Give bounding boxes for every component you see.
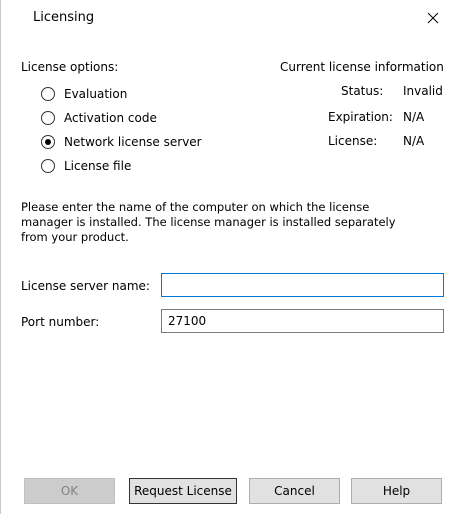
status-value: Invalid <box>403 84 443 98</box>
radio-label-network-license-server: Network license server <box>64 135 202 149</box>
request-license-button[interactable]: Request License <box>129 478 237 504</box>
port-number-label: Port number: <box>21 315 100 329</box>
title-bar: Licensing <box>1 0 452 38</box>
radio-activation-code[interactable]: Activation code <box>41 110 157 126</box>
ok-button[interactable]: OK <box>24 478 115 504</box>
help-button[interactable]: Help <box>351 478 442 504</box>
instructions-line-2: manager is installed. The license manage… <box>21 215 396 229</box>
license-options-label: License options: <box>21 60 119 74</box>
radio-button[interactable] <box>41 111 55 125</box>
radio-label-evaluation: Evaluation <box>64 87 128 101</box>
radio-evaluation[interactable]: Evaluation <box>41 86 127 102</box>
close-icon <box>427 12 439 24</box>
cancel-button[interactable]: Cancel <box>249 478 340 504</box>
dialog-title: Licensing <box>33 10 95 25</box>
status-label: Status: <box>341 84 384 98</box>
server-name-label: License server name: <box>21 279 150 293</box>
license-label: License: <box>328 134 378 148</box>
radio-license-file[interactable]: License file <box>41 158 131 174</box>
radio-button[interactable] <box>41 87 55 101</box>
radio-label-activation-code: Activation code <box>64 111 157 125</box>
close-button[interactable] <box>415 2 451 34</box>
license-server-name-input[interactable] <box>161 273 444 297</box>
current-license-heading: Current license information <box>280 60 444 74</box>
licensing-dialog: Licensing License options: Evaluation Ac… <box>0 0 452 514</box>
port-number-input[interactable] <box>161 309 444 333</box>
radio-button-selected[interactable] <box>41 135 55 149</box>
radio-button[interactable] <box>41 159 55 173</box>
expiration-label: Expiration: <box>328 110 393 124</box>
expiration-value: N/A <box>403 110 425 124</box>
radio-label-license-file: License file <box>64 159 132 173</box>
instructions-line-3: from your product. <box>21 230 129 244</box>
license-value: N/A <box>403 134 425 148</box>
instructions-line-1: Please enter the name of the computer on… <box>21 200 370 214</box>
radio-network-license-server[interactable]: Network license server <box>41 134 202 150</box>
